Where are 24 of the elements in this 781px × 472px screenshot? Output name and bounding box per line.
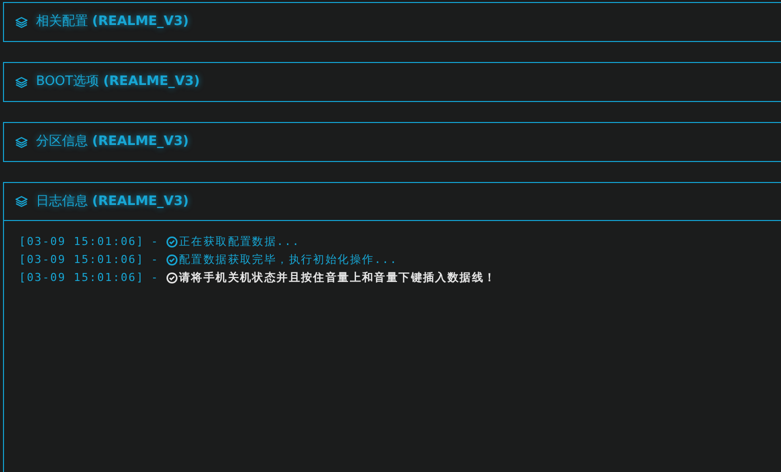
panel-title: 日志信息 (REALME_V3) [36, 192, 189, 211]
log-message: 请将手机关机状态并且按住音量上和音量下键插入数据线！ [179, 270, 496, 286]
log-message: 正在获取配置数据... [179, 234, 300, 250]
log-separator: - [151, 252, 159, 268]
check-circle-icon [166, 254, 178, 266]
panel-header[interactable]: BOOT选项 (REALME_V3) [4, 63, 781, 101]
log-timestamp: [03-09 15:01:06] [19, 252, 144, 268]
panel-title: BOOT选项 (REALME_V3) [36, 73, 200, 92]
panel-header[interactable]: 相关配置 (REALME_V3) [4, 3, 781, 41]
layers-icon [15, 76, 28, 88]
log-message: 配置数据获取完毕，执行初始化操作... [179, 252, 398, 268]
panel-header[interactable]: 日志信息 (REALME_V3) [4, 183, 781, 221]
layers-icon [15, 136, 28, 148]
check-circle-icon [166, 236, 178, 248]
layers-icon [15, 16, 28, 28]
layers-icon [15, 195, 28, 208]
log-timestamp: [03-09 15:01:06] [19, 234, 144, 250]
check-circle-icon [166, 272, 178, 284]
log-separator: - [151, 270, 159, 286]
log-separator: - [151, 234, 159, 250]
log-timestamp: [03-09 15:01:06] [19, 270, 144, 286]
panel-header[interactable]: 分区信息 (REALME_V3) [4, 123, 781, 161]
panel-title: 相关配置 (REALME_V3) [36, 13, 189, 32]
panel-title: 分区信息 (REALME_V3) [36, 133, 189, 152]
